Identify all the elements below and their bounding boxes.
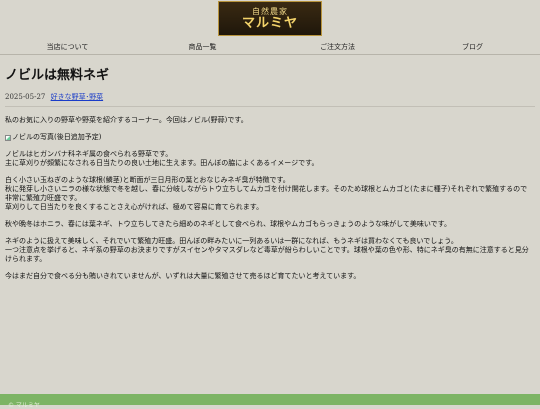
post-meta: 2025-05-27 好きな野草･野菜	[5, 92, 103, 102]
logo-line-1: 自然農家	[252, 6, 288, 16]
post-image-alt: ノビルの写真(後日追加予定)	[12, 133, 102, 141]
site-footer: © マルミヤ	[0, 394, 540, 409]
logo-line-2: マルミヤ	[241, 15, 298, 31]
paragraph-line: ノビルはヒガンバナ科ネギ属の食べられる野草です。	[5, 150, 173, 158]
divider	[5, 106, 535, 107]
site-logo[interactable]: 自然農家 マルミヤ	[218, 1, 322, 36]
paragraph-line: ネギのように扱えて美味しく、それでいて繁殖力旺盛。田んぼの畔みたいに一列あるいは…	[5, 237, 458, 245]
paragraph-1: ノビルはヒガンバナ科ネギ属の食べられる野草です。 主に草刈りが頻繁になされる日当…	[5, 150, 533, 168]
paragraph-line: 秋に発芽し小さいニラの様な状態で冬を越し、春に分岐しながらトウ立ちしてムカゴを付…	[5, 185, 528, 202]
nav-item-products[interactable]: 商品一覧	[135, 40, 270, 54]
paragraph-line: 秋や晩冬はホニラ、春には葉ネギ、トウ立ちしてきたら細めのネギとして食べられ、球根…	[5, 220, 451, 228]
post-body: 私のお気に入りの野草や野菜を紹介するコーナー。今回はノビル(野蒜)です。 ノビル…	[5, 116, 533, 289]
post-title: ノビルは無料ネギ	[5, 68, 110, 83]
nav-item-about[interactable]: 当店について	[0, 40, 135, 54]
site-header: 自然農家 マルミヤ	[0, 0, 540, 39]
paragraph-2: 白く小さい玉ねぎのような球根(鱗茎)と断面が三日月形の葉とおなじみネギ臭が特徴で…	[5, 176, 533, 212]
main-nav: 当店について 商品一覧 ご注文方法 ブログ	[0, 40, 540, 55]
nav-item-blog[interactable]: ブログ	[405, 40, 540, 54]
paragraph-line: 白く小さい玉ねぎのような球根(鱗茎)と断面が三日月形の葉とおなじみネギ臭が特徴で…	[5, 176, 290, 184]
post-date: 2025-05-27	[5, 93, 46, 101]
paragraph-line: 主に草刈りが頻繁になされる日当たりの良い土地に生えます。田んぼの脇によくあるイメ…	[5, 159, 319, 167]
paragraph-5: 今はまだ自分で食べる分も賄いきれていませんが、いずれは大量に繁殖させて売るほど育…	[5, 272, 533, 281]
paragraph-line: 草刈りして日当たりを良くすることさえ心がければ、極めて容易に育てられます。	[5, 203, 264, 211]
paragraph-line: 今はまだ自分で食べる分も賄いきれていませんが、いずれは大量に繁殖させて売るほど育…	[5, 272, 361, 280]
nav-item-order[interactable]: ご注文方法	[270, 40, 405, 54]
post-category-link[interactable]: 好きな野草･野菜	[51, 93, 104, 101]
post-image: ノビルの写真(後日追加予定)	[5, 133, 533, 142]
paragraph-line: 一つ注意点を挙げると、ネギ系の野草のお決まりですがスイセンやタマスダレなど毒草が…	[5, 246, 529, 263]
broken-image-icon	[5, 134, 11, 141]
paragraph-3: 秋や晩冬はホニラ、春には葉ネギ、トウ立ちしてきたら細めのネギとして食べられ、球根…	[5, 220, 533, 229]
post-intro: 私のお気に入りの野草や野菜を紹介するコーナー。今回はノビル(野蒜)です。	[5, 116, 248, 124]
paragraph-4: ネギのように扱えて美味しく、それでいて繁殖力旺盛。田んぼの畔みたいに一列あるいは…	[5, 237, 533, 264]
